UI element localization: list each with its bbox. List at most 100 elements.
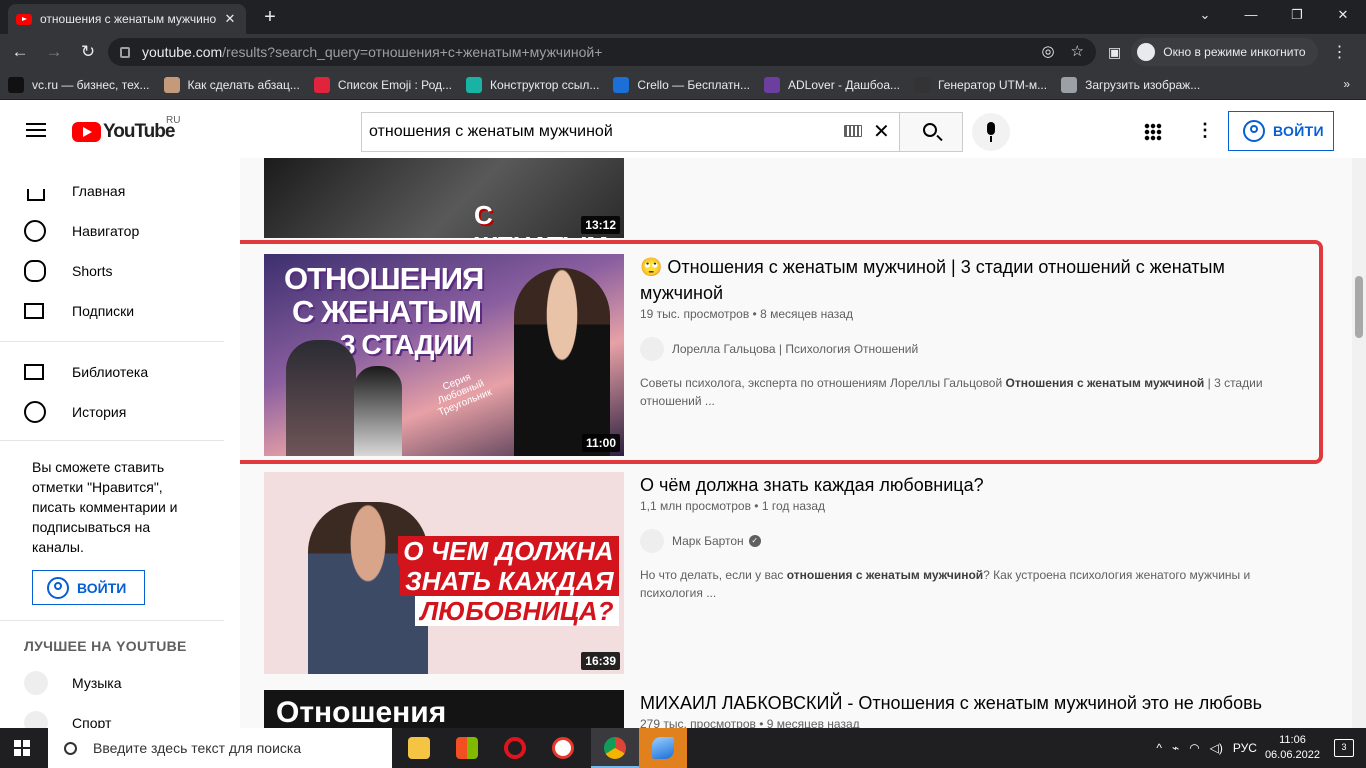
- sidebar-item-music[interactable]: Музыка: [0, 663, 224, 703]
- opera-app[interactable]: [491, 728, 539, 768]
- file-explorer-app[interactable]: [395, 728, 443, 768]
- bookmark-item[interactable]: Как сделать абзац...: [163, 76, 300, 93]
- bookmark-item[interactable]: Конструктор ссыл...: [466, 76, 599, 93]
- channel-avatar: [640, 337, 664, 361]
- bookmark-favicon-icon: [914, 76, 931, 93]
- thumbnail-line: ЛЮБОВНИЦА?: [415, 596, 619, 626]
- minimize-button[interactable]: —: [1228, 0, 1274, 30]
- bookmark-item[interactable]: vc.ru — бизнес, тех...: [8, 76, 150, 93]
- tray-chevron-icon[interactable]: ^: [1156, 741, 1162, 755]
- browser-toolbar: ← → ↻ youtube.com /results?search_query=…: [0, 34, 1366, 70]
- back-button[interactable]: ←: [6, 38, 34, 66]
- system-tray: ^ ⌁ ◠ ◁) РУС 11:06 06.06.2022 3: [1156, 728, 1366, 768]
- chrome-icon: [604, 737, 626, 759]
- sidebar-item-label: Shorts: [72, 263, 113, 279]
- browser-menu-icon[interactable]: ⋮: [1332, 42, 1348, 62]
- clear-search-icon[interactable]: ✕: [873, 119, 890, 144]
- settings-kebab-icon[interactable]: ⋮: [1196, 120, 1214, 141]
- bookmark-item[interactable]: Crello — Бесплатн...: [613, 76, 751, 93]
- bookmark-favicon-icon: [764, 76, 781, 93]
- tab-title: отношения с женатым мужчино: [40, 12, 217, 26]
- bookmark-item[interactable]: Список Emoji : Род...: [313, 76, 452, 93]
- video-meta: 19 тыс. просмотров • 8 месяцев назад: [640, 307, 853, 321]
- video-title[interactable]: О чём должна знать каждая любовница?: [640, 472, 1280, 498]
- video-meta: 279 тыс. просмотров • 9 месяцев назад: [640, 717, 860, 728]
- sidebar-item-shorts[interactable]: Shorts: [0, 251, 224, 291]
- taskbar-search-box[interactable]: Введите здесь текст для поиска: [48, 728, 392, 768]
- network-icon[interactable]: ⌁: [1172, 741, 1179, 755]
- scrollbar-thumb[interactable]: [1355, 276, 1363, 338]
- sidebar-signin-button[interactable]: ВОЙТИ: [32, 570, 145, 605]
- language-indicator[interactable]: РУС: [1233, 741, 1257, 755]
- sidebar-item-label: Музыка: [72, 675, 122, 691]
- volume-icon[interactable]: ◁): [1210, 741, 1223, 755]
- guide-menu-icon[interactable]: [26, 123, 46, 137]
- sidebar-item-library[interactable]: Библиотека: [0, 352, 224, 392]
- sidebar-item-explore[interactable]: Навигатор: [0, 211, 224, 251]
- signin-button[interactable]: ВОЙТИ: [1228, 111, 1334, 151]
- video-thumbnail[interactable]: Отношения: [264, 690, 624, 728]
- tab-close-icon[interactable]: ✕: [222, 11, 238, 27]
- search-button[interactable]: [899, 112, 963, 152]
- clock[interactable]: 11:06 06.06.2022: [1265, 733, 1320, 763]
- account-icon: [1243, 120, 1265, 142]
- search-input[interactable]: отношения с женатым мужчиной: [361, 112, 900, 152]
- video-duration: 16:39: [581, 652, 620, 670]
- bookmark-item[interactable]: ADLover - Дашбоа...: [764, 76, 900, 93]
- bookmarks-overflow-icon[interactable]: »: [1343, 77, 1350, 91]
- library-icon: [24, 364, 44, 380]
- address-bar[interactable]: youtube.com /results?search_query=отноше…: [108, 38, 1096, 66]
- sidebar-item-label: Навигатор: [72, 223, 140, 239]
- lock-icon[interactable]: [120, 46, 130, 58]
- store-app[interactable]: [443, 728, 491, 768]
- voice-search-button[interactable]: [972, 113, 1010, 151]
- youtube-header: YouTube RU отношения с женатым мужчиной …: [0, 100, 1366, 158]
- video-title[interactable]: 🙄 Отношения с женатым мужчиной | 3 стади…: [640, 254, 1280, 306]
- notification-center-icon[interactable]: 3: [1334, 739, 1354, 757]
- search-icon: [64, 741, 77, 755]
- yandex-app[interactable]: [539, 728, 587, 768]
- bookmark-label: Crello — Бесплатн...: [637, 77, 751, 92]
- forward-button[interactable]: →: [40, 38, 68, 66]
- tracking-blocked-icon[interactable]: ◎: [1041, 42, 1054, 60]
- sidebar-item-home[interactable]: Главная: [0, 171, 224, 211]
- sidebar-item-history[interactable]: История: [0, 392, 224, 432]
- chrome-app[interactable]: [591, 728, 639, 768]
- video-title[interactable]: МИХАИЛ ЛАБКОВСКИЙ - Отношения с женатым …: [640, 690, 1280, 716]
- bookmark-label: vc.ru — бизнес, тех...: [32, 77, 150, 92]
- sidebar-item-label: Главная: [72, 183, 126, 199]
- bookmark-label: Загрузить изображ...: [1085, 77, 1201, 92]
- youtube-wordmark: YouTube: [103, 121, 175, 142]
- channel-link[interactable]: Марк Бартон ✓: [640, 529, 761, 553]
- channel-link[interactable]: Лорелла Гальцова | Психология Отношений: [640, 337, 918, 361]
- bookmark-item[interactable]: Генератор UTM-м...: [914, 76, 1047, 93]
- video-thumbnail[interactable]: С ЖЕНАТЫМ 13:12: [264, 158, 624, 238]
- tab-search-icon[interactable]: ⌄: [1182, 0, 1228, 30]
- maximize-button[interactable]: ❐: [1274, 0, 1320, 30]
- wifi-icon[interactable]: ◠: [1189, 741, 1199, 755]
- close-window-button[interactable]: ✕: [1320, 0, 1366, 30]
- incognito-badge[interactable]: Окно в режиме инкогнито: [1131, 38, 1318, 66]
- search-results: С ЖЕНАТЫМ 13:12 ОТНОШЕНИЯ С ЖЕНАТЫМ 3 СТ…: [240, 158, 1366, 728]
- channel-avatar: [640, 529, 664, 553]
- sidebar-item-label: История: [72, 404, 127, 420]
- sidebar-item-subscriptions[interactable]: Подписки: [0, 291, 224, 331]
- reading-mode-icon[interactable]: ▣: [1108, 44, 1121, 61]
- browser-tab[interactable]: отношения с женатым мужчино ✕: [8, 4, 246, 34]
- bookmark-star-icon[interactable]: ☆: [1071, 42, 1084, 60]
- youtube-logo[interactable]: YouTube RU: [72, 115, 180, 143]
- keyboard-icon[interactable]: [844, 125, 862, 137]
- page-scrollbar[interactable]: [1352, 158, 1366, 728]
- compass-icon: [24, 220, 46, 242]
- video-thumbnail[interactable]: ОТНОШЕНИЯ С ЖЕНАТЫМ 3 СТАДИИ Серия Любов…: [264, 254, 624, 456]
- video-meta: 1,1 млн просмотров • 1 год назад: [640, 499, 826, 513]
- bookmark-item[interactable]: Загрузить изображ...: [1061, 76, 1201, 93]
- app-pinned[interactable]: [639, 728, 687, 768]
- video-thumbnail[interactable]: О ЧЕМ ДОЛЖНА ЗНАТЬ КАЖДАЯ ЛЮБОВНИЦА? 16:…: [264, 472, 624, 674]
- start-windows-icon[interactable]: [14, 740, 30, 756]
- new-tab-button[interactable]: +: [258, 5, 282, 29]
- desc-text: Советы психолога, эксперта по отношениям…: [640, 376, 1006, 390]
- bookmark-favicon-icon: [8, 76, 24, 93]
- reload-button[interactable]: ↻: [74, 38, 102, 66]
- apps-grid-icon[interactable]: [1144, 123, 1162, 141]
